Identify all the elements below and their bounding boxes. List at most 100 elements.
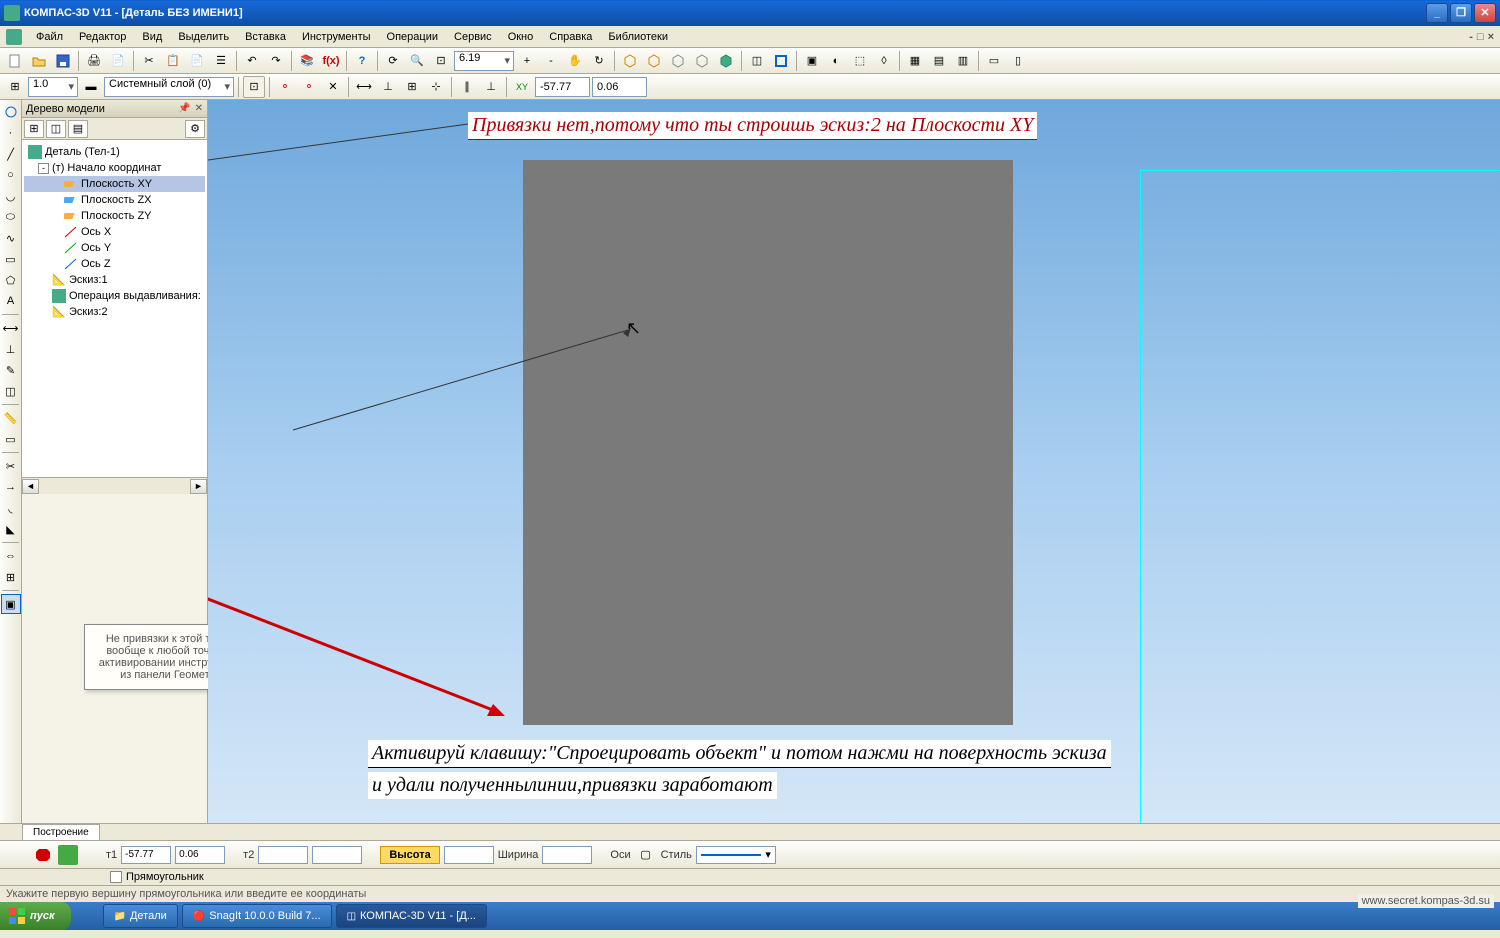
tree-extrude[interactable]: Операция выдавливания: (24, 288, 205, 304)
canvas[interactable]: Привязки нет,потому что ты строишь эскиз… (208, 100, 1500, 823)
zoom-fit-icon[interactable]: ⊡ (430, 50, 452, 72)
ortho-icon[interactable]: ⊥ (377, 76, 399, 98)
mirror-icon[interactable]: ⇔ (1, 546, 21, 566)
mdi-restore[interactable]: □ (1477, 31, 1484, 43)
fillet-icon[interactable]: ◟ (1, 498, 21, 518)
cut-icon[interactable]: ✂ (138, 50, 160, 72)
rect-tab-label[interactable]: Прямоугольник (126, 871, 204, 883)
tool-b-icon[interactable]: ▤ (928, 50, 950, 72)
open-icon[interactable] (28, 50, 50, 72)
start-button[interactable]: пуск (0, 902, 71, 930)
select-icon[interactable]: ▭ (1, 429, 21, 449)
grid-icon[interactable]: ⊞ (401, 76, 423, 98)
mdi-close[interactable]: × (1488, 31, 1494, 43)
spline-icon[interactable]: ∿ (1, 228, 21, 248)
properties-icon[interactable]: ☰ (210, 50, 232, 72)
extrude-icon[interactable]: ▣ (801, 50, 823, 72)
tree-tab-4[interactable]: ⚙ (185, 120, 205, 138)
task-item-3[interactable]: ◫КОМПАС-3D V11 - [Д... (336, 904, 487, 928)
orient-icon[interactable]: ◫ (746, 50, 768, 72)
print-icon[interactable]: 🖨 (83, 50, 105, 72)
constraint-icon[interactable]: ⊥ (1, 339, 21, 359)
zoom-window-icon[interactable]: 🔍 (406, 50, 428, 72)
menu-instruments[interactable]: Инструменты (294, 29, 379, 45)
step-icon[interactable]: ⊞ (4, 76, 26, 98)
new-icon[interactable] (4, 50, 26, 72)
menu-libraries[interactable]: Библиотеки (600, 29, 676, 45)
input-width[interactable] (542, 846, 592, 864)
geometry-icon[interactable] (1, 102, 21, 122)
input-t2x[interactable] (258, 846, 308, 864)
redo-icon[interactable]: ↷ (265, 50, 287, 72)
measure-icon[interactable]: 📏 (1, 408, 21, 428)
apply-icon[interactable] (58, 845, 78, 865)
menu-service[interactable]: Сервис (446, 29, 500, 45)
xy-icon[interactable]: XY (511, 76, 533, 98)
refresh-icon[interactable]: ⟳ (382, 50, 404, 72)
view-iso-icon[interactable] (619, 50, 641, 72)
menu-help[interactable]: Справка (541, 29, 600, 45)
paste-icon[interactable]: 📄 (186, 50, 208, 72)
input-t1x[interactable] (121, 846, 171, 864)
edit-icon[interactable]: ✎ (1, 360, 21, 380)
input-height[interactable] (444, 846, 494, 864)
tree-axis-z[interactable]: Ось Z (24, 256, 205, 272)
rect-checkbox[interactable] (110, 871, 122, 883)
snap-mid-icon[interactable]: ⚬ (298, 76, 320, 98)
menu-editor[interactable]: Редактор (71, 29, 134, 45)
tree-sketch2[interactable]: 📐Эскиз:2 (24, 304, 205, 320)
maximize-button[interactable]: ❐ (1450, 3, 1472, 23)
revolve-icon[interactable]: ◐ (825, 50, 847, 72)
project-icon[interactable]: ▣ (1, 594, 21, 614)
text-icon[interactable]: A (1, 291, 21, 311)
zoom-input[interactable]: 6.19 (454, 51, 514, 71)
pan-icon[interactable]: ✋ (564, 50, 586, 72)
pin-icon[interactable]: 📌 (178, 103, 190, 114)
tree-sketch1[interactable]: 📐Эскиз:1 (24, 272, 205, 288)
chamfer-icon[interactable]: ◣ (1, 519, 21, 539)
trim-icon[interactable]: ✂ (1, 456, 21, 476)
tree-close-icon[interactable]: ✕ (195, 103, 203, 114)
snap-int-icon[interactable]: ✕ (322, 76, 344, 98)
tool-e-icon[interactable]: ▯ (1007, 50, 1029, 72)
minimize-button[interactable]: _ (1426, 3, 1448, 23)
library-icon[interactable]: 📚 (296, 50, 318, 72)
variables-icon[interactable]: f(x) (320, 50, 342, 72)
close-button[interactable]: ✕ (1474, 3, 1496, 23)
scale-dropdown[interactable]: 1.0 (28, 77, 78, 97)
tree-plane-zy[interactable]: Плоскость ZY (24, 208, 205, 224)
tree-plane-zx[interactable]: Плоскость ZX (24, 192, 205, 208)
tree-tab-3[interactable]: ▤ (68, 120, 88, 138)
line-icon[interactable]: ╱ (1, 144, 21, 164)
snap-toggle-icon[interactable]: ⊡ (243, 76, 265, 98)
tree-axis-x[interactable]: Ось X (24, 224, 205, 240)
zoom-in-icon[interactable]: + (516, 50, 538, 72)
task-item-2[interactable]: 🔴SnagIt 10.0.0 Build 7... (182, 904, 332, 928)
view-front-icon[interactable] (643, 50, 665, 72)
tree-scrollbar[interactable]: ◄► (22, 477, 207, 494)
snap-end-icon[interactable]: ⚬ (274, 76, 296, 98)
coord-x-input[interactable] (535, 77, 590, 97)
menu-window[interactable]: Окно (500, 29, 542, 45)
view-shade-icon[interactable] (715, 50, 737, 72)
tree-tab-2[interactable]: ◫ (46, 120, 66, 138)
array-icon[interactable]: ⊞ (1, 567, 21, 587)
input-t1y[interactable] (175, 846, 225, 864)
rotate-icon[interactable]: ↻ (588, 50, 610, 72)
ellipse-icon[interactable]: ⬭ (1, 207, 21, 227)
perp-icon[interactable]: ⊥ (480, 76, 502, 98)
stop-icon[interactable] (32, 844, 54, 866)
coords-icon[interactable]: ⊹ (425, 76, 447, 98)
loft-icon[interactable]: ◊ (873, 50, 895, 72)
style-icon[interactable]: ▬ (80, 76, 102, 98)
dim-icon[interactable]: ⟷ (353, 76, 375, 98)
axis-toggle-icon[interactable]: ▢ (635, 844, 657, 866)
tool-a-icon[interactable]: ▦ (904, 50, 926, 72)
tool-c-icon[interactable]: ▥ (952, 50, 974, 72)
sketch-icon[interactable] (770, 50, 792, 72)
tool-d-icon[interactable]: ▭ (983, 50, 1005, 72)
sweep-icon[interactable]: ⬚ (849, 50, 871, 72)
menu-select[interactable]: Выделить (170, 29, 237, 45)
style-dropdown[interactable]: ▾ (696, 846, 776, 864)
polygon-icon[interactable]: ⬠ (1, 270, 21, 290)
